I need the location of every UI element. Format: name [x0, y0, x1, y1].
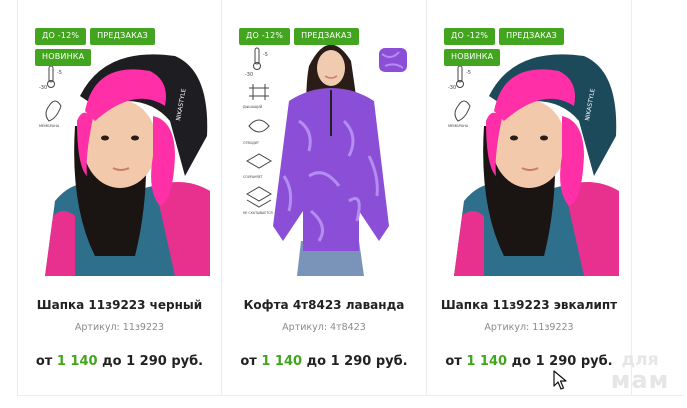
product-title[interactable]: Кофта 4т8423 лаванда	[222, 298, 426, 312]
svg-text:-30: -30	[448, 85, 456, 91]
price-to-label: до	[102, 354, 122, 369]
price-to-value: 1 290	[330, 354, 372, 369]
fleece-jacket-photo-icon: -5 -30 ДЫШАЩИЙ ОТВОДИТ СОХРАНЯЕТ НЕ СКАТ…	[239, 26, 414, 276]
product-price: от 1 140 до 1 290 руб.	[222, 354, 426, 369]
price-currency: руб.	[171, 354, 204, 369]
price-to-value: 1 290	[535, 354, 577, 369]
product-article: Артикул: 11з9223	[484, 322, 574, 333]
product-image[interactable]: -5 -30 ДЫШАЩИЙ ОТВОДИТ СОХРАНЯЕТ НЕ СКАТ…	[239, 26, 414, 276]
preorder-badge: ПРЕДЗАКАЗ	[90, 28, 155, 45]
svg-text:ОТВОДИТ: ОТВОДИТ	[243, 141, 259, 145]
badge-row: ДО -12% ПРЕДЗАКАЗ	[239, 28, 419, 45]
product-card[interactable]: NIKASTYLE -5 -30 МЕМБРАНА ДО -12% ПРЕДЗА…	[427, 0, 632, 396]
product-card-partial[interactable]	[632, 0, 684, 396]
svg-text:-30: -30	[245, 72, 253, 78]
price-from-value: 1 140	[261, 354, 303, 369]
price-to-label: до	[511, 354, 532, 369]
product-title[interactable]: Шапка 11з9223 черный	[18, 298, 221, 312]
price-from-value: 1 140	[56, 354, 98, 369]
product-grid: NIKASTYLE -5 -30 МЕМБРАНА ДО -12% ПРЕДЗА…	[17, 0, 687, 398]
svg-text:МЕМБРАНА: МЕМБРАНА	[448, 124, 469, 128]
svg-text:НЕ СКАТЫВАЕТСЯ: НЕ СКАТЫВАЕТСЯ	[243, 211, 273, 215]
svg-text:ДЫШАЩИЙ: ДЫШАЩИЙ	[243, 104, 263, 109]
new-badge: НОВИНКА	[444, 49, 501, 66]
preorder-badge: ПРЕДЗАКАЗ	[294, 28, 359, 45]
price-from-label: от	[35, 354, 53, 369]
product-article: Артикул: 11з9223	[74, 322, 165, 333]
discount-badge: ДО -12%	[35, 28, 87, 45]
watermark-line2: мам	[610, 366, 670, 394]
price-from-value: 1 140	[466, 354, 508, 369]
badge-row: ДО -12% ПРЕДЗАКАЗ НОВИНКА	[35, 28, 215, 66]
price-from-label: от	[240, 354, 257, 369]
product-card[interactable]: NIKASTYLE -5 -30 МЕМБРАНА ДО -12% ПРЕДЗА…	[17, 0, 222, 396]
product-article: Артикул: 4т8423	[282, 322, 366, 333]
price-to-value: 1 290	[126, 354, 167, 369]
svg-text:-5: -5	[466, 70, 471, 76]
price-to-label: до	[306, 354, 327, 369]
product-card[interactable]: -5 -30 ДЫШАЩИЙ ОТВОДИТ СОХРАНЯЕТ НЕ СКАТ…	[222, 0, 427, 396]
preorder-badge: ПРЕДЗАКАЗ	[499, 28, 564, 45]
mouse-cursor-icon	[553, 370, 567, 390]
svg-text:-5: -5	[57, 70, 62, 76]
product-title[interactable]: Шапка 11з9223 эвкалипт	[427, 298, 631, 312]
discount-badge: ДО -12%	[444, 28, 496, 45]
site-watermark: для мам	[600, 352, 680, 394]
product-price: от 1 140 до 1 290 руб.	[18, 354, 221, 369]
badge-row: ДО -12% ПРЕДЗАКАЗ НОВИНКА	[444, 28, 624, 66]
svg-text:СОХРАНЯЕТ: СОХРАНЯЕТ	[243, 175, 263, 179]
svg-text:-5: -5	[263, 52, 268, 58]
svg-text:МЕМБРАНА: МЕМБРАНА	[39, 124, 60, 128]
new-badge: НОВИНКА	[35, 49, 92, 66]
price-currency: руб.	[375, 354, 408, 369]
price-from-label: от	[445, 354, 462, 369]
discount-badge: ДО -12%	[239, 28, 291, 45]
svg-text:-30: -30	[39, 85, 47, 91]
